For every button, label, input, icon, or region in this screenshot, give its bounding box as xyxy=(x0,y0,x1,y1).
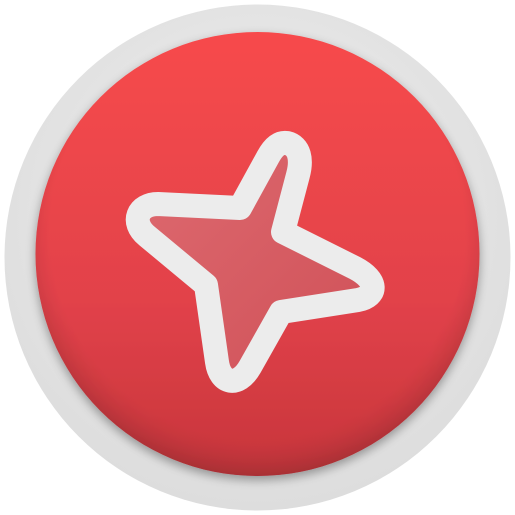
app-icon[interactable] xyxy=(0,0,515,515)
app-icon-canvas xyxy=(0,0,515,515)
